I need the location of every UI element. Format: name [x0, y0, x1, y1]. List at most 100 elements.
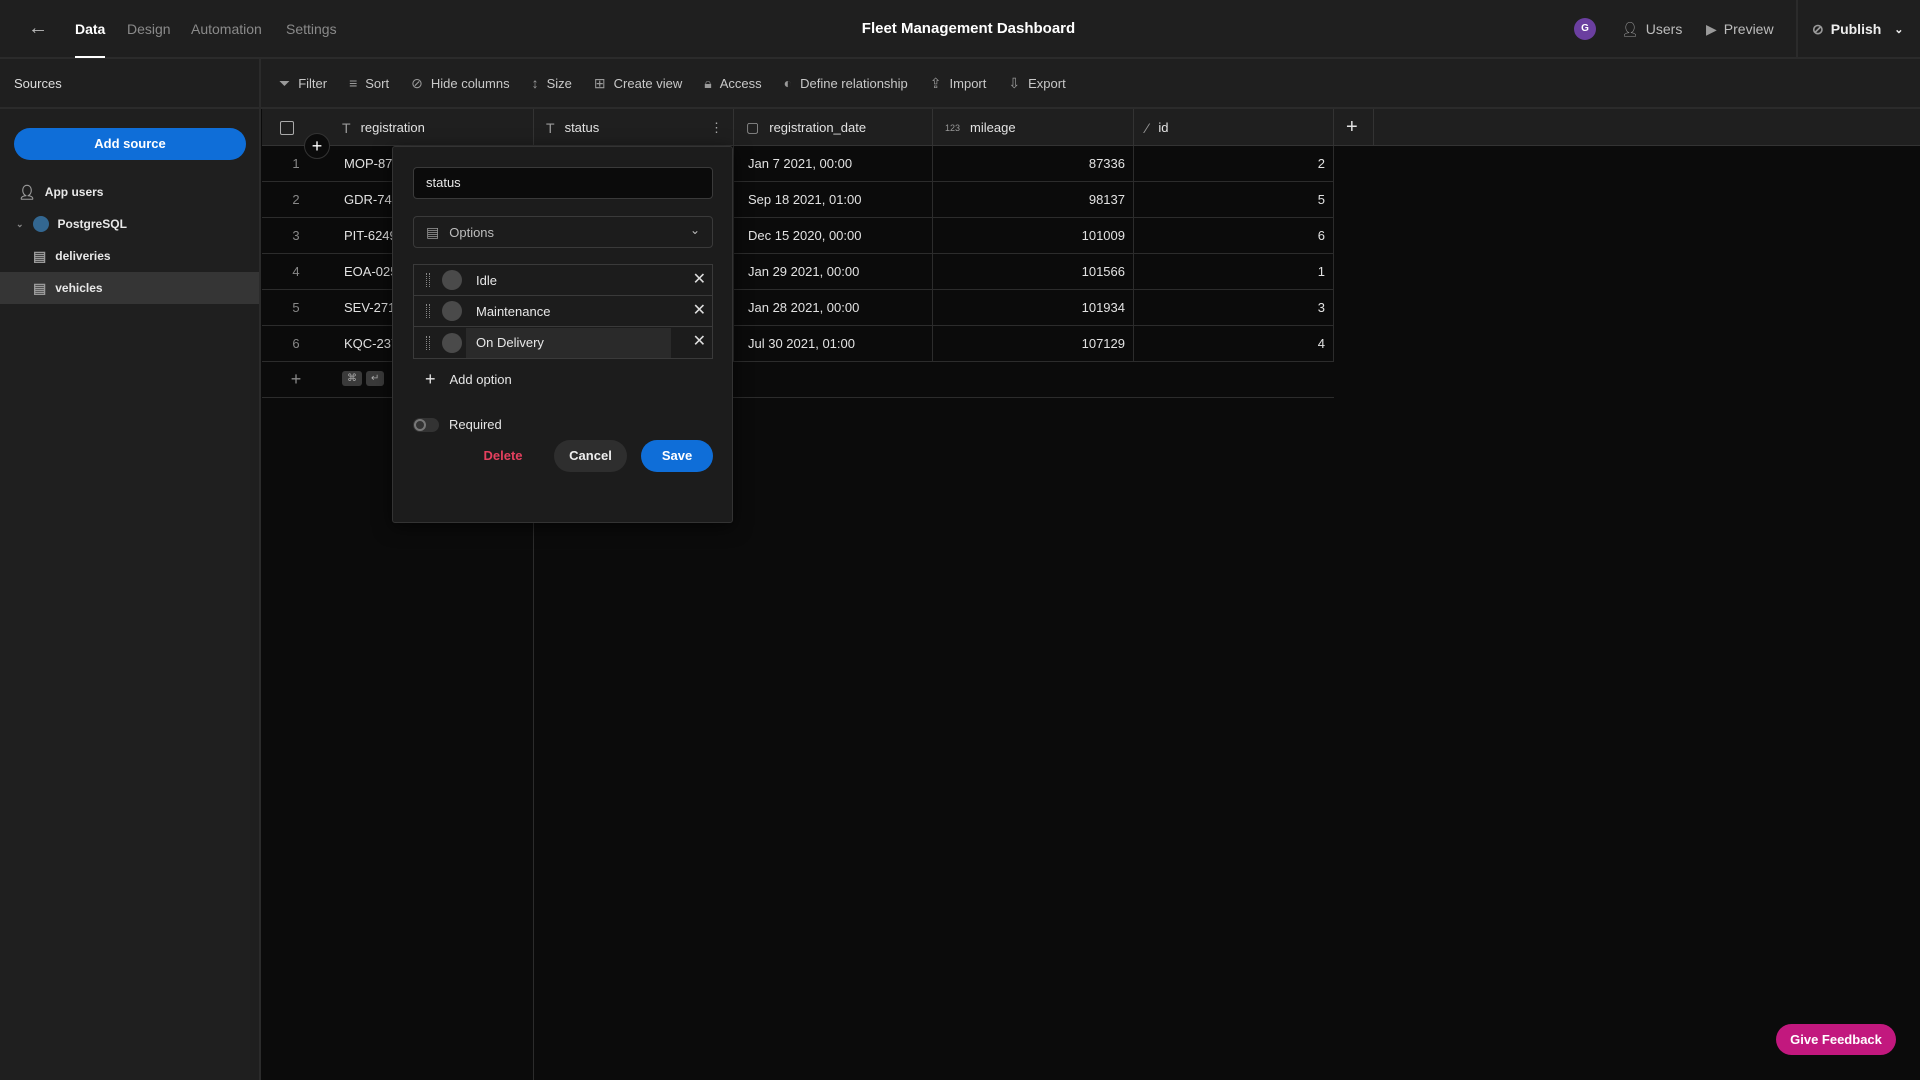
plus-icon: + — [1346, 116, 1358, 138]
label: Import — [949, 75, 987, 91]
hide-columns-button[interactable]: ⊘ Hide columns — [411, 75, 510, 92]
add-source-button[interactable]: Add source — [14, 128, 246, 160]
relationship-icon: ◐ — [783, 75, 793, 91]
column-header-registration-date[interactable]: ▢ registration_date — [734, 109, 933, 146]
cell-mileage[interactable]: 101934 — [933, 290, 1134, 325]
save-button[interactable]: Save — [641, 440, 713, 472]
toggle-switch[interactable] — [413, 417, 439, 432]
cell-id[interactable]: 6 — [1134, 218, 1334, 253]
add-row-button[interactable]: + — [262, 362, 330, 397]
users-button[interactable]: 👤︎ Users — [1621, 0, 1682, 58]
cell-mileage[interactable]: 98137 — [933, 182, 1134, 217]
sidebar: Sources Add source 👤︎ App users ⌄ Postgre… — [0, 59, 261, 1080]
options-icon: ▤ — [426, 223, 440, 240]
cell-id[interactable]: 1 — [1134, 254, 1334, 289]
cell-id[interactable]: 3 — [1134, 290, 1334, 325]
label: Hide columns — [430, 75, 510, 91]
label: Access — [719, 75, 762, 91]
number-type-icon: 123 — [945, 122, 961, 133]
option-item[interactable]: Maintenance ✕ — [414, 296, 712, 327]
publish-button[interactable]: ⊘ Publish ⌄ — [1812, 0, 1904, 58]
give-feedback-button[interactable]: Give Feedback — [1776, 1024, 1896, 1055]
plus-icon: + — [311, 136, 323, 156]
publish-label: Publish — [1830, 21, 1882, 37]
sidebar-item-vehicles[interactable]: ▤ vehicles — [0, 272, 259, 304]
label: Define relationship — [800, 75, 908, 91]
avatar[interactable]: G — [1574, 18, 1596, 40]
close-icon[interactable]: ✕ — [693, 265, 706, 295]
add-option-button[interactable]: + Add option — [425, 369, 512, 390]
user-icon: 👤︎ — [1621, 20, 1639, 37]
row-number: 5 — [292, 300, 300, 315]
cell-registration-date[interactable]: Sep 18 2021, 01:00 — [734, 182, 933, 217]
play-icon: ▶ — [1706, 20, 1717, 37]
column-header-status[interactable]: Tstatus ⋮ — [534, 109, 734, 146]
sidebar-item-postgresql[interactable]: ⌄ PostgreSQL — [0, 208, 259, 240]
text-type-icon: T — [342, 119, 351, 136]
cancel-button[interactable]: Cancel — [554, 440, 627, 472]
cell-id[interactable]: 4 — [1134, 326, 1334, 361]
color-picker[interactable] — [442, 301, 462, 321]
required-toggle[interactable]: Required — [413, 417, 502, 432]
cell-registration-date[interactable]: Jan 7 2021, 00:00 — [734, 146, 933, 181]
cell-registration-date[interactable]: Dec 15 2020, 00:00 — [734, 218, 933, 253]
cell-id[interactable]: 2 — [1134, 146, 1334, 181]
cell-mileage[interactable]: 101566 — [933, 254, 1134, 289]
more-vertical-icon[interactable]: ⋮ — [710, 120, 723, 136]
column-name-input[interactable]: status — [413, 167, 713, 199]
cell-registration-date[interactable]: Jul 30 2021, 01:00 — [734, 326, 933, 361]
label: Create view — [613, 75, 683, 91]
column-type-select[interactable]: ▤ Options ⌄ — [413, 216, 713, 248]
chevron-down-icon: ⌄ — [689, 223, 700, 237]
option-label[interactable]: On Delivery — [466, 327, 671, 358]
column-header-id[interactable]: ⁄ id — [1134, 109, 1334, 146]
sidebar-item-label: deliveries — [55, 249, 111, 263]
label: Filter — [298, 75, 328, 91]
close-icon[interactable]: ✕ — [693, 296, 706, 326]
options-list: Idle ✕ Maintenance ✕ On Delivery ✕ — [413, 264, 713, 359]
label: Size — [546, 75, 572, 91]
column-name: registration_date — [769, 120, 867, 135]
cell-mileage[interactable]: 107129 — [933, 326, 1134, 361]
column-header-registration[interactable]: Tregistration — [330, 109, 534, 146]
column-type-value: Options — [449, 224, 495, 240]
size-icon: ↕ — [531, 75, 539, 91]
drag-handle-icon[interactable] — [426, 273, 430, 287]
filter-button[interactable]: ⏷ Filter — [279, 75, 327, 92]
create-view-button[interactable]: ⊞ Create view — [594, 75, 682, 92]
import-icon: ⇪ — [929, 74, 942, 91]
color-picker[interactable] — [442, 270, 462, 290]
option-item[interactable]: Idle ✕ — [414, 265, 712, 296]
access-button[interactable]: 🔒︎ Access — [704, 75, 761, 92]
preview-button[interactable]: ▶ Preview — [1706, 0, 1774, 58]
insert-column-button[interactable]: + — [304, 133, 330, 159]
shortcut-key: ↵ — [366, 371, 385, 386]
drag-handle-icon[interactable] — [426, 304, 430, 318]
sidebar-item-app-users[interactable]: 👤︎ App users — [0, 176, 259, 208]
option-label[interactable]: Idle — [476, 273, 497, 288]
sidebar-item-deliveries[interactable]: ▤ deliveries — [0, 240, 259, 272]
drag-handle-icon[interactable] — [426, 335, 430, 350]
color-picker[interactable] — [442, 332, 462, 353]
cell-registration-date[interactable]: Jan 29 2021, 00:00 — [734, 254, 933, 289]
add-column-button[interactable]: + — [1334, 109, 1374, 146]
size-button[interactable]: ↕ Size — [532, 75, 572, 91]
import-button[interactable]: ⇪ Import — [930, 75, 987, 92]
option-item[interactable]: On Delivery ✕ — [414, 327, 712, 358]
cell-registration-date[interactable]: Jan 28 2021, 00:00 — [734, 290, 933, 325]
row-number: 6 — [292, 336, 300, 351]
edit-column-popup: status ▤ Options ⌄ Idle ✕ Maintenance ✕ On … — [392, 146, 733, 523]
delete-button[interactable]: Delete — [473, 440, 533, 472]
users-label: Users — [1645, 21, 1683, 37]
sort-button[interactable]: ≡ Sort — [349, 75, 389, 91]
column-header-mileage[interactable]: 123 mileage — [933, 109, 1134, 146]
cell-mileage[interactable]: 87336 — [933, 146, 1134, 181]
export-button[interactable]: ⇩ Export — [1008, 75, 1065, 92]
option-label[interactable]: Maintenance — [476, 304, 550, 319]
define-relationship-button[interactable]: ◐ Define relationship — [784, 75, 908, 91]
cell-mileage[interactable]: 101009 — [933, 218, 1134, 253]
top-bar: ← Data Design Automation Settings Fleet … — [0, 0, 1920, 59]
table-icon: ▤ — [33, 247, 47, 264]
close-icon[interactable]: ✕ — [693, 327, 706, 357]
cell-id[interactable]: 5 — [1134, 182, 1334, 217]
